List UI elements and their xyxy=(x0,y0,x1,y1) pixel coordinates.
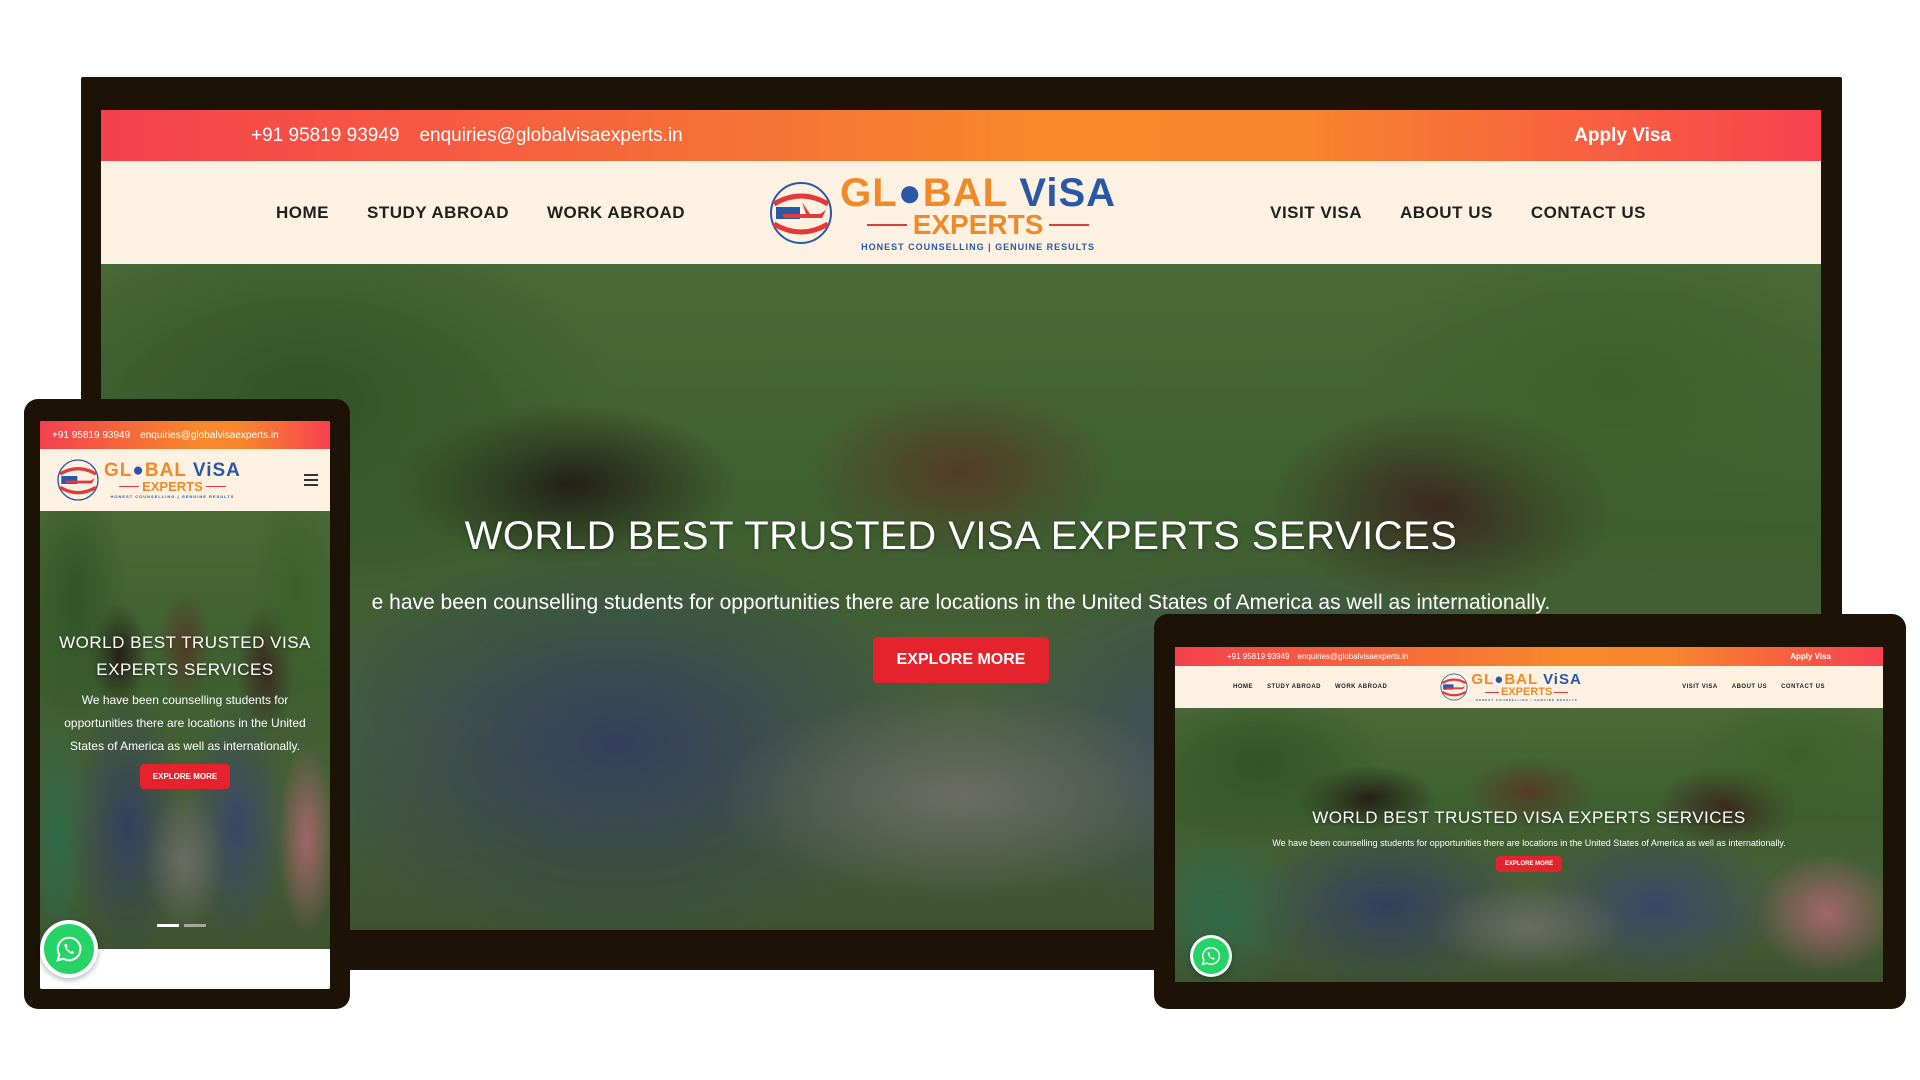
top-contact-bar: +91 95819 93949 enquiries@globalvisaexpe… xyxy=(101,110,1821,161)
tablet-nav-work-abroad[interactable]: WORK ABROAD xyxy=(1335,684,1387,690)
contact-info: +91 95819 93949 enquiries@globalvisaexpe… xyxy=(251,125,683,147)
mobile-contact-info: +91 95819 93949 enquiries@globalvisaexpe… xyxy=(52,430,279,441)
hero-content: WORLD BEST TRUSTED VISA EXPERTS SERVICES… xyxy=(101,514,1821,683)
logo-word-experts: EXPERTS xyxy=(861,211,1096,239)
tablet-nav-study-abroad[interactable]: STUDY ABROAD xyxy=(1267,684,1321,690)
nav-study-abroad[interactable]: STUDY ABROAD xyxy=(367,203,509,223)
mobile-top-contact-bar: +91 95819 93949 enquiries@globalvisaexpe… xyxy=(40,421,330,449)
mobile-email-link[interactable]: enquiries@globalvisaexperts.in xyxy=(140,430,279,441)
mobile-site-logo[interactable]: GL●BAL ViSA EXPERTS HONEST COUNSELLING |… xyxy=(52,454,241,506)
logo-text: GL●BAL ViSA EXPERTS HONEST COUNSELLING |… xyxy=(840,173,1116,252)
tablet-logo-tagline: HONEST COUNSELLING | GENUINE RESULTS xyxy=(1475,698,1578,702)
nav-home[interactable]: HOME xyxy=(276,203,329,223)
main-navigation: HOME STUDY ABROAD WORK ABROAD GL●BAL ViS… xyxy=(101,161,1821,264)
mobile-screen: +91 95819 93949 enquiries@globalvisaexpe… xyxy=(40,421,330,989)
tablet-hero-content: WORLD BEST TRUSTED VISA EXPERTS SERVICES… xyxy=(1175,808,1883,873)
tablet-hero-banner: WORLD BEST TRUSTED VISA EXPERTS SERVICES… xyxy=(1175,708,1883,982)
nav-contact-us[interactable]: CONTACT US xyxy=(1531,203,1646,223)
phone-link[interactable]: +91 95819 93949 xyxy=(251,125,399,147)
carousel-dot[interactable] xyxy=(157,924,179,927)
hero-title: WORLD BEST TRUSTED VISA EXPERTS SERVICES xyxy=(464,514,1458,558)
tablet-nav-left: HOME STUDY ABROAD WORK ABROAD xyxy=(1233,684,1387,690)
carousel-dot[interactable] xyxy=(184,924,206,927)
whatsapp-icon[interactable] xyxy=(1190,935,1232,977)
explore-more-button[interactable]: EXPLORE MORE xyxy=(872,636,1050,683)
device-mockup-stage: +91 95819 93949 enquiries@globalvisaexpe… xyxy=(0,0,1920,1080)
nav-work-abroad[interactable]: WORK ABROAD xyxy=(547,203,685,223)
tablet-screen: +91 95819 93949 enquiries@globalvisaexpe… xyxy=(1175,647,1883,982)
site-logo[interactable]: GL●BAL ViSA EXPERTS HONEST COUNSELLING |… xyxy=(762,173,1116,252)
globe-airplane-logo-icon xyxy=(57,459,99,501)
hero-subtitle: e have been counselling students for opp… xyxy=(371,591,1551,614)
tablet-nav-right: VISIT VISA ABOUT US CONTACT US xyxy=(1682,684,1825,690)
tablet-nav-about-us[interactable]: ABOUT US xyxy=(1732,684,1767,690)
mobile-logo-tagline: HONEST COUNSELLING | GENUINE RESULTS xyxy=(110,494,235,499)
tablet-hero-subtitle: We have been counselling students for op… xyxy=(1272,838,1786,848)
mobile-hero-content: WORLD BEST TRUSTED VISA EXPERTS SERVICES… xyxy=(40,629,330,789)
logo-tagline: HONEST COUNSELLING | GENUINE RESULTS xyxy=(861,242,1095,252)
mobile-navigation: GL●BAL ViSA EXPERTS HONEST COUNSELLING |… xyxy=(40,449,330,511)
whatsapp-icon[interactable] xyxy=(40,920,98,978)
nav-about-us[interactable]: ABOUT US xyxy=(1400,203,1493,223)
hamburger-menu-icon[interactable] xyxy=(304,474,318,486)
carousel-dots xyxy=(157,924,206,927)
mobile-logo-word-global: GL●BAL ViSA xyxy=(104,460,241,481)
mobile-logo-word-experts: EXPERTS xyxy=(116,480,229,493)
whatsapp-phone-icon xyxy=(56,936,82,962)
mobile-hero-subtitle: We have been counselling students for op… xyxy=(64,693,306,753)
nav-visit-visa[interactable]: VISIT VISA xyxy=(1270,203,1362,223)
apply-visa-link[interactable]: Apply Visa xyxy=(1574,125,1671,147)
globe-airplane-logo-icon xyxy=(770,181,833,244)
mobile-phone-link[interactable]: +91 95819 93949 xyxy=(52,430,130,441)
mobile-explore-more-button[interactable]: EXPLORE MORE xyxy=(139,763,231,789)
tablet-nav-visit-visa[interactable]: VISIT VISA xyxy=(1682,684,1718,690)
mobile-logo-text: GL●BAL ViSA EXPERTS HONEST COUNSELLING |… xyxy=(104,461,241,499)
whatsapp-phone-icon xyxy=(1201,946,1221,966)
tablet-explore-more-button[interactable]: EXPLORE MORE xyxy=(1495,856,1563,873)
nav-right: VISIT VISA ABOUT US CONTACT US xyxy=(1270,203,1646,223)
tablet-logo-word-experts: EXPERTS xyxy=(1483,687,1570,698)
tablet-nav-contact-us[interactable]: CONTACT US xyxy=(1781,684,1825,690)
mobile-hero-title: WORLD BEST TRUSTED VISA EXPERTS SERVICES xyxy=(59,633,311,680)
email-link[interactable]: enquiries@globalvisaexperts.in xyxy=(419,125,682,147)
nav-left: HOME STUDY ABROAD WORK ABROAD xyxy=(276,203,685,223)
mobile-phone: +91 95819 93949 enquiries@globalvisaexpe… xyxy=(24,399,350,1009)
tablet-hero-title: WORLD BEST TRUSTED VISA EXPERTS SERVICES xyxy=(1312,808,1746,827)
logo-word-global: GL●BAL ViSA xyxy=(840,171,1117,215)
tablet-nav-home[interactable]: HOME xyxy=(1233,684,1253,690)
